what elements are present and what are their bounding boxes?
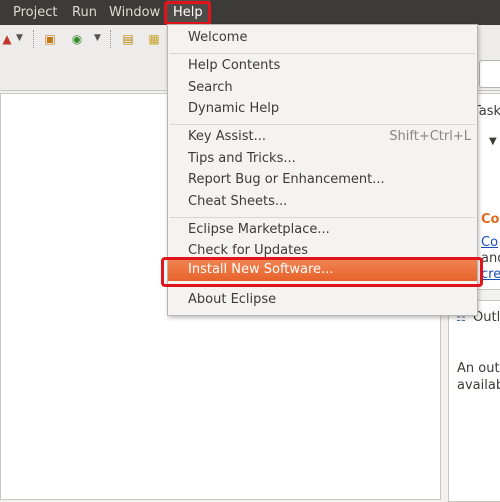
menu-bar: Project Run Window Help <box>0 0 500 25</box>
menu-item-report-bug[interactable]: Report Bug or Enhancement... <box>188 172 385 187</box>
menu-window[interactable]: Window <box>109 0 160 25</box>
menu-item-about-eclipse[interactable]: About Eclipse <box>188 292 276 307</box>
quick-access-input[interactable] <box>479 60 500 88</box>
key-assist-shortcut: Shift+Ctrl+L <box>389 129 471 144</box>
menu-item-welcome[interactable]: Welcome <box>188 30 247 45</box>
chevron-down-icon[interactable]: ▼ <box>94 33 101 43</box>
folder-icon[interactable]: ▦ <box>147 32 161 46</box>
connect-link[interactable]: Co <box>481 235 498 250</box>
menu-separator <box>170 217 475 218</box>
menu-separator <box>170 53 475 54</box>
debug-icon[interactable]: ▲ <box>0 32 14 46</box>
chevron-down-icon[interactable]: ▼ <box>16 33 23 43</box>
menu-item-eclipse-marketplace[interactable]: Eclipse Marketplace... <box>188 222 330 237</box>
outline-panel: ☷ Outl An outl availab <box>448 300 500 502</box>
menu-item-cheat-sheets[interactable]: Cheat Sheets... <box>188 194 287 209</box>
chevron-down-icon[interactable]: ▼ <box>489 136 497 147</box>
menu-item-dynamic-help[interactable]: Dynamic Help <box>188 101 279 116</box>
help-annotation-box <box>164 1 211 25</box>
menu-separator <box>170 124 475 125</box>
menu-item-check-for-updates[interactable]: Check for Updates <box>188 243 308 258</box>
toolbar-separator <box>33 30 35 48</box>
menu-item-tips-and-tricks[interactable]: Tips and Tricks... <box>188 151 296 166</box>
connect-title: Co <box>481 212 500 227</box>
connect-text: and <box>481 251 500 266</box>
menu-project[interactable]: Project <box>13 0 57 25</box>
create-link[interactable]: cre <box>481 267 500 282</box>
menu-item-key-assist[interactable]: Key Assist... <box>188 129 266 144</box>
menu-item-help-contents[interactable]: Help Contents <box>188 58 280 73</box>
new-package-icon[interactable]: ▣ <box>43 32 57 46</box>
toolbar-separator <box>110 30 112 48</box>
install-annotation-box <box>161 257 483 287</box>
new-class-icon[interactable]: ◉ <box>70 32 84 46</box>
menu-item-search[interactable]: Search <box>188 80 233 95</box>
open-type-icon[interactable]: ▤ <box>121 32 135 46</box>
outline-message-line2: availab <box>457 378 500 393</box>
outline-message-line1: An outl <box>457 361 500 376</box>
menu-run[interactable]: Run <box>72 0 97 25</box>
